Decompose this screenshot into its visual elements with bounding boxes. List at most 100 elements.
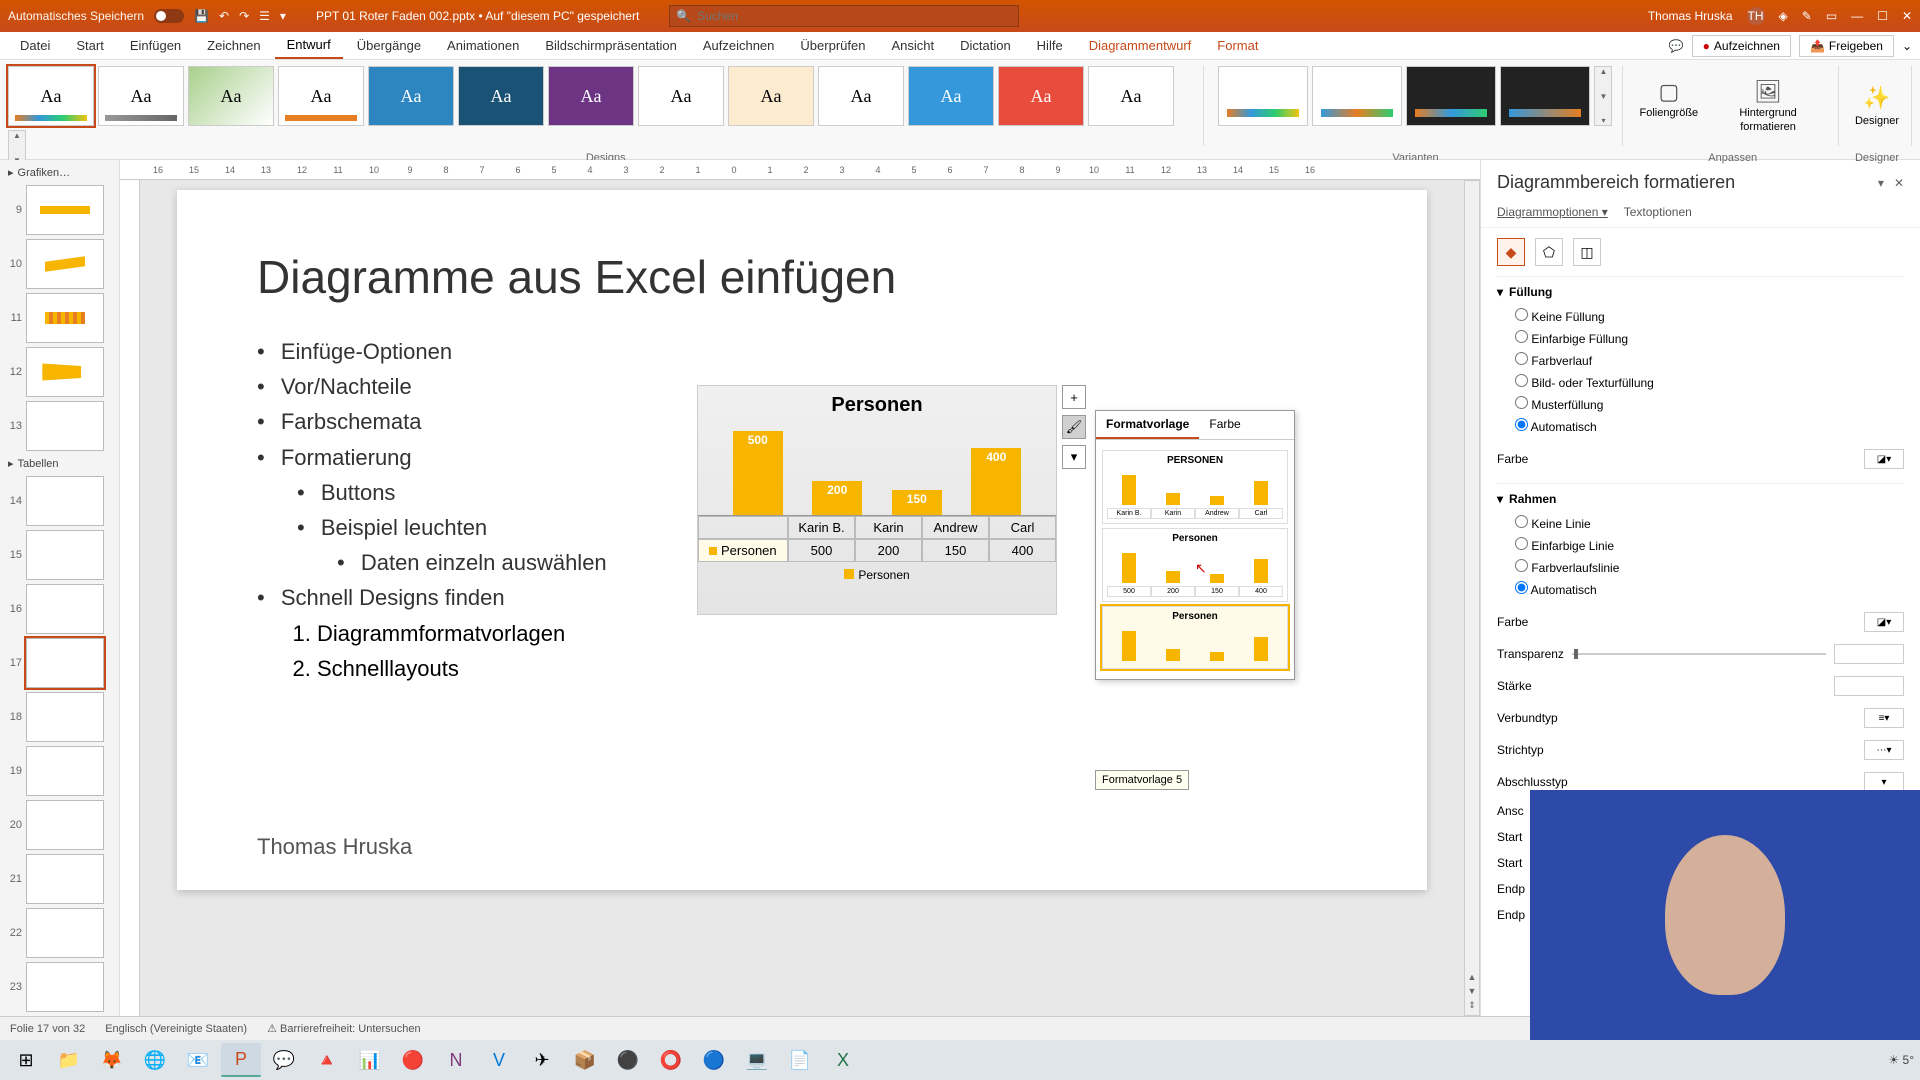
app-icon-3[interactable]: 🔴 [393, 1043, 433, 1077]
variant-1[interactable] [1218, 66, 1308, 126]
subtab-chart-options[interactable]: Diagrammoptionen ▾ [1497, 205, 1608, 219]
undo-icon[interactable]: ↶ [219, 9, 229, 23]
bar-1[interactable]: 500 [733, 431, 783, 515]
user-avatar[interactable]: TH [1747, 7, 1765, 25]
autosave-toggle[interactable] [154, 9, 184, 23]
share-button[interactable]: 📤Freigeben [1799, 35, 1894, 57]
cap-picker[interactable]: ▾ [1864, 772, 1904, 792]
window-icon[interactable]: ▭ [1826, 9, 1837, 23]
chrome-icon[interactable]: 🌐 [135, 1043, 175, 1077]
outlook-icon[interactable]: 📧 [178, 1043, 218, 1077]
app-icon-4[interactable]: 📦 [565, 1043, 605, 1077]
tab-datei[interactable]: Datei [8, 33, 62, 58]
section-graphics[interactable]: ▸ Grafiken… [4, 164, 115, 181]
theme-thumb-2[interactable]: Aa [98, 66, 184, 126]
firefox-icon[interactable]: 🦊 [92, 1043, 132, 1077]
user-name[interactable]: Thomas Hruska [1648, 9, 1733, 23]
variant-4[interactable] [1500, 66, 1590, 126]
print-icon[interactable]: ▾ [280, 9, 286, 23]
pane-close-icon[interactable]: ✕ [1894, 176, 1904, 190]
popup-tab-color[interactable]: Farbe [1199, 411, 1250, 439]
vertical-scroll[interactable]: ▲▼⇕ [1464, 180, 1480, 1016]
thumb-13[interactable] [26, 401, 104, 451]
variant-2[interactable] [1312, 66, 1402, 126]
format-background-button[interactable]: 🖼Hintergrund formatieren [1710, 79, 1826, 133]
app-icon-8[interactable]: 📄 [780, 1043, 820, 1077]
thumb-16[interactable] [26, 584, 104, 634]
thumb-9[interactable] [26, 185, 104, 235]
variant-3[interactable] [1406, 66, 1496, 126]
tab-format[interactable]: Format [1205, 33, 1270, 58]
slide-counter[interactable]: Folie 17 von 32 [10, 1023, 85, 1035]
thumb-18[interactable] [26, 692, 104, 742]
fill-gradient[interactable]: Farbverlauf [1515, 349, 1904, 371]
search-box[interactable]: 🔍 [669, 5, 1019, 27]
app-icon-6[interactable]: 🔵 [694, 1043, 734, 1077]
chart[interactable]: Personen 500 200 150 400 Karin B.KarinAn… [697, 385, 1057, 615]
explorer-icon[interactable]: 📁 [49, 1043, 89, 1077]
theme-thumb-7[interactable]: Aa [548, 66, 634, 126]
fill-none[interactable]: Keine Füllung [1515, 305, 1904, 327]
style-preview-3[interactable]: Personen ↖ [1102, 606, 1288, 669]
fill-auto[interactable]: Automatisch [1515, 415, 1904, 437]
designer-group[interactable]: ✨ Designer Designer [1843, 66, 1912, 146]
fill-group-toggle[interactable]: ▾ Füllung [1497, 285, 1904, 299]
border-none[interactable]: Keine Linie [1515, 512, 1904, 534]
theme-thumb-6[interactable]: Aa [458, 66, 544, 126]
theme-thumb-12[interactable]: Aa [998, 66, 1084, 126]
theme-thumb-4[interactable]: Aa [278, 66, 364, 126]
redo-icon[interactable]: ↷ [239, 9, 249, 23]
app-icon-2[interactable]: 📊 [350, 1043, 390, 1077]
weather-tray[interactable]: ☀ 5° [1888, 1053, 1914, 1067]
transparency-input[interactable] [1834, 644, 1904, 664]
chart-elements-icon[interactable]: + [1062, 385, 1086, 409]
tab-ansicht[interactable]: Ansicht [879, 33, 946, 58]
border-solid[interactable]: Einfarbige Linie [1515, 534, 1904, 556]
save-icon[interactable]: 💾 [194, 9, 209, 23]
slide-area[interactable]: Diagramme aus Excel einfügen Einfüge-Opt… [140, 180, 1464, 1016]
theme-thumb-10[interactable]: Aa [818, 66, 904, 126]
thumb-12[interactable] [26, 347, 104, 397]
theme-thumb-13[interactable]: Aa [1088, 66, 1174, 126]
border-gradient[interactable]: Farbverlaufslinie [1515, 556, 1904, 578]
slide-size-button[interactable]: ▢Foliengröße [1639, 79, 1698, 133]
cloud-icon[interactable]: ◈ [1779, 9, 1788, 23]
pane-dropdown-icon[interactable]: ▾ [1878, 176, 1884, 190]
fill-color-picker[interactable]: ◪▾ [1864, 449, 1904, 469]
bar-4[interactable]: 400 [971, 448, 1021, 515]
tab-uebergaenge[interactable]: Übergänge [345, 33, 433, 58]
variant-more-icon[interactable]: ▲▼▾ [1594, 66, 1612, 126]
subtab-text-options[interactable]: Textoptionen [1624, 205, 1692, 219]
effects-icon[interactable]: ⬠ [1535, 238, 1563, 266]
tab-bildschirm[interactable]: Bildschirmpräsentation [533, 33, 689, 58]
thumb-14[interactable] [26, 476, 104, 526]
transparency-slider[interactable] [1572, 653, 1826, 655]
tab-hilfe[interactable]: Hilfe [1025, 33, 1075, 58]
tab-entwurf[interactable]: Entwurf [275, 32, 343, 59]
thumb-11[interactable] [26, 293, 104, 343]
fill-line-icon[interactable]: ◆ [1497, 238, 1525, 266]
language-status[interactable]: Englisch (Vereinigte Staaten) [105, 1023, 247, 1035]
telegram-icon[interactable]: ✈ [522, 1043, 562, 1077]
vlc-icon[interactable]: 🔺 [307, 1043, 347, 1077]
thumb-10[interactable] [26, 239, 104, 289]
app-icon-7[interactable]: 💻 [737, 1043, 777, 1077]
slide-thumbnails[interactable]: ▸ Grafiken… 9 10 11 12 13 ▸ Tabellen 14 … [0, 160, 120, 1016]
theme-thumb-3[interactable]: Aa [188, 66, 274, 126]
popup-tab-style[interactable]: Formatvorlage [1096, 411, 1199, 439]
fill-pattern[interactable]: Musterfüllung [1515, 393, 1904, 415]
tab-diagrammentwurf[interactable]: Diagrammentwurf [1077, 33, 1204, 58]
theme-thumb-8[interactable]: Aa [638, 66, 724, 126]
tab-ueberpruefen[interactable]: Überprüfen [788, 33, 877, 58]
app-icon-5[interactable]: ⭕ [651, 1043, 691, 1077]
thumb-15[interactable] [26, 530, 104, 580]
tab-dictation[interactable]: Dictation [948, 33, 1023, 58]
record-button[interactable]: ●Aufzeichnen [1692, 35, 1791, 57]
compound-picker[interactable]: ≡▾ [1864, 708, 1904, 728]
comments-icon[interactable]: 💬 [1669, 39, 1684, 53]
excel-icon[interactable]: X [823, 1043, 863, 1077]
onenote-icon[interactable]: N [436, 1043, 476, 1077]
maximize-icon[interactable]: ☐ [1877, 9, 1888, 23]
minimize-icon[interactable]: — [1851, 9, 1863, 23]
border-auto[interactable]: Automatisch [1515, 578, 1904, 600]
